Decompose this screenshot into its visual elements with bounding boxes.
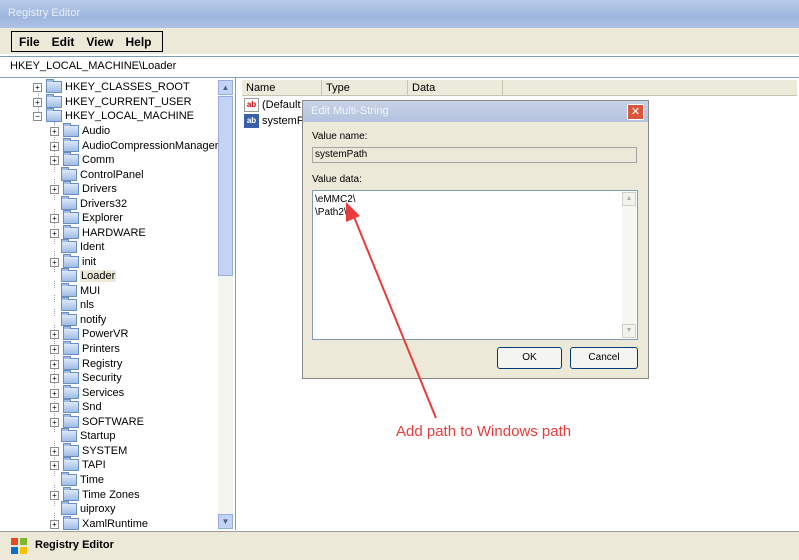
- taskbar-app-label[interactable]: Registry Editor: [35, 539, 114, 551]
- annotation-arrow: [346, 202, 437, 419]
- windows-logo-icon: [11, 538, 27, 554]
- annotation-text: Add path to Windows path: [396, 423, 572, 440]
- taskbar: Registry Editor: [0, 531, 799, 560]
